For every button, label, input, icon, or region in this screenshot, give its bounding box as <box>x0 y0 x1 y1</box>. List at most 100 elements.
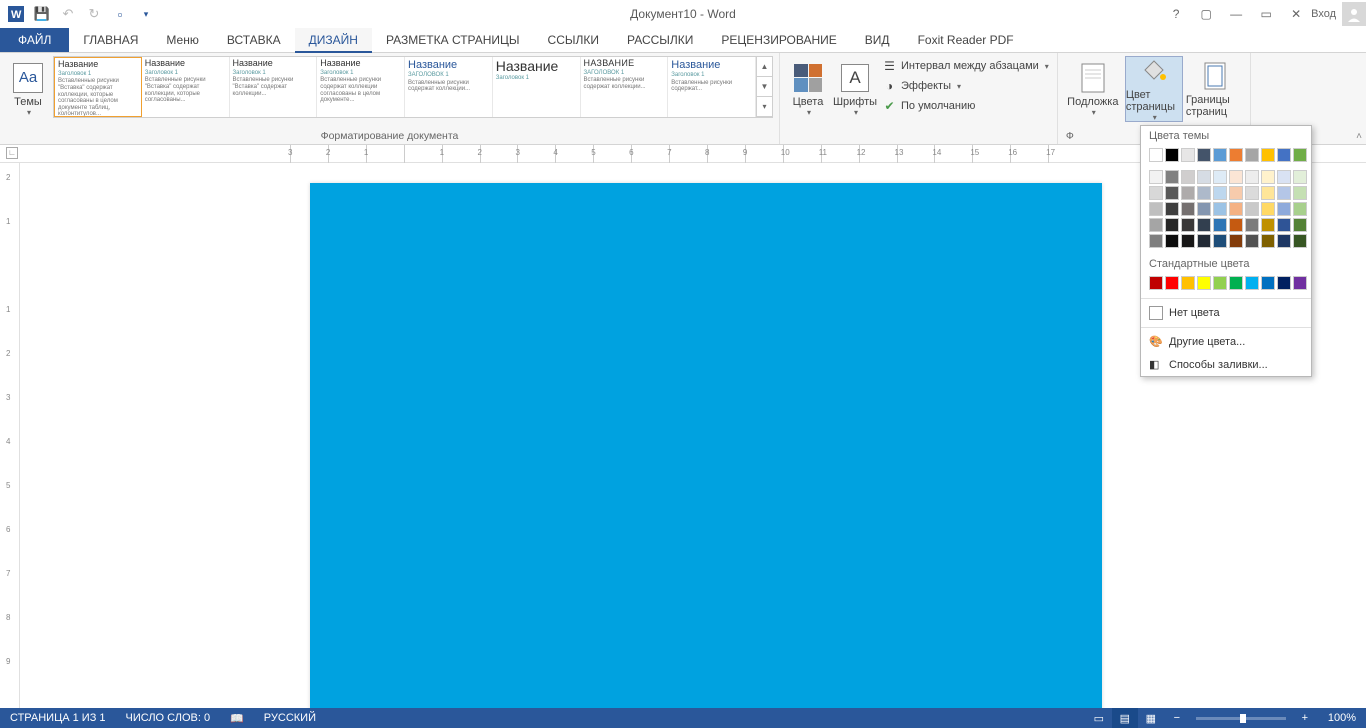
tab-review[interactable]: РЕЦЕНЗИРОВАНИЕ <box>707 28 850 52</box>
tab-file[interactable]: ФАЙЛ <box>0 28 69 52</box>
color-swatch[interactable] <box>1293 218 1307 232</box>
color-swatch[interactable] <box>1149 276 1163 290</box>
color-swatch[interactable] <box>1293 186 1307 200</box>
color-swatch[interactable] <box>1277 202 1291 216</box>
color-swatch[interactable] <box>1245 218 1259 232</box>
watermark-button[interactable]: Подложка▾ <box>1064 56 1122 122</box>
color-swatch[interactable] <box>1229 186 1243 200</box>
style-item[interactable]: НазваниеЗаголовок 1Вставленные рисунки с… <box>668 57 756 117</box>
color-swatch[interactable] <box>1181 148 1195 162</box>
color-swatch[interactable] <box>1213 276 1227 290</box>
color-swatch[interactable] <box>1181 202 1195 216</box>
color-swatch[interactable] <box>1165 148 1179 162</box>
color-swatch[interactable] <box>1181 276 1195 290</box>
style-item[interactable]: НазваниеЗаголовок 1Вставленные рисунки с… <box>317 57 405 117</box>
color-swatch[interactable] <box>1149 148 1163 162</box>
color-swatch[interactable] <box>1245 234 1259 248</box>
color-swatch[interactable] <box>1197 186 1211 200</box>
page-borders-button[interactable]: Границы страниц <box>1186 56 1244 122</box>
redo-icon[interactable]: ↻ <box>82 3 106 25</box>
color-swatch[interactable] <box>1293 202 1307 216</box>
tab-mailings[interactable]: РАССЫЛКИ <box>613 28 707 52</box>
gallery-down-icon[interactable]: ▼ <box>757 77 772 97</box>
color-swatch[interactable] <box>1149 170 1163 184</box>
color-swatch[interactable] <box>1181 170 1195 184</box>
status-spellcheck-icon[interactable]: 📖 <box>220 712 254 725</box>
style-item[interactable]: НАЗВАНИЕЗАГОЛОВОК 1Вставленные рисунки с… <box>581 57 669 117</box>
page-color-button[interactable]: Цвет страницы▾ <box>1125 56 1183 122</box>
color-swatch[interactable] <box>1181 186 1195 200</box>
tab-view[interactable]: ВИД <box>851 28 904 52</box>
page[interactable] <box>310 183 1102 723</box>
color-swatch[interactable] <box>1197 218 1211 232</box>
color-swatch[interactable] <box>1229 202 1243 216</box>
minimize-icon[interactable]: — <box>1221 3 1251 25</box>
color-swatch[interactable] <box>1293 170 1307 184</box>
color-swatch[interactable] <box>1277 186 1291 200</box>
colors-button[interactable]: Цвета▾ <box>786 56 830 122</box>
color-swatch[interactable] <box>1213 218 1227 232</box>
color-swatch[interactable] <box>1197 234 1211 248</box>
view-read-icon[interactable]: ▭ <box>1086 708 1112 728</box>
color-swatch[interactable] <box>1197 170 1211 184</box>
tab-selector[interactable]: ∟ <box>6 147 18 159</box>
color-swatch[interactable] <box>1229 148 1243 162</box>
color-swatch[interactable] <box>1261 276 1275 290</box>
close-icon[interactable]: ✕ <box>1281 3 1311 25</box>
color-swatch[interactable] <box>1165 218 1179 232</box>
new-doc-icon[interactable]: ▫ <box>108 3 132 25</box>
color-swatch[interactable] <box>1165 276 1179 290</box>
themes-button[interactable]: Aa Темы ▾ <box>6 56 50 122</box>
color-swatch[interactable] <box>1277 148 1291 162</box>
color-swatch[interactable] <box>1277 170 1291 184</box>
color-swatch[interactable] <box>1213 202 1227 216</box>
tab-references[interactable]: ССЫЛКИ <box>534 28 613 52</box>
tab-layout[interactable]: РАЗМЕТКА СТРАНИЦЫ <box>372 28 534 52</box>
color-swatch[interactable] <box>1213 148 1227 162</box>
status-page[interactable]: СТРАНИЦА 1 ИЗ 1 <box>0 712 116 724</box>
color-swatch[interactable] <box>1261 148 1275 162</box>
tab-insert[interactable]: ВСТАВКА <box>213 28 295 52</box>
no-color-item[interactable]: Нет цвета <box>1141 301 1311 325</box>
tab-foxit[interactable]: Foxit Reader PDF <box>904 28 1028 52</box>
tab-home[interactable]: ГЛАВНАЯ <box>69 28 152 52</box>
save-icon[interactable]: 💾 <box>30 3 54 25</box>
color-swatch[interactable] <box>1293 234 1307 248</box>
color-swatch[interactable] <box>1149 234 1163 248</box>
color-swatch[interactable] <box>1165 202 1179 216</box>
color-swatch[interactable] <box>1261 170 1275 184</box>
fonts-button[interactable]: A Шрифты▾ <box>833 56 877 122</box>
color-swatch[interactable] <box>1245 170 1259 184</box>
help-icon[interactable]: ? <box>1161 3 1191 25</box>
color-swatch[interactable] <box>1245 148 1259 162</box>
color-swatch[interactable] <box>1277 276 1291 290</box>
view-web-icon[interactable]: ▦ <box>1138 708 1164 728</box>
color-swatch[interactable] <box>1197 202 1211 216</box>
color-swatch[interactable] <box>1213 186 1227 200</box>
color-swatch[interactable] <box>1149 186 1163 200</box>
color-swatch[interactable] <box>1181 234 1195 248</box>
color-swatch[interactable] <box>1165 186 1179 200</box>
style-item[interactable]: НазваниеЗаголовок 1Вставленные рисунки "… <box>54 57 142 117</box>
status-language[interactable]: РУССКИЙ <box>254 712 326 724</box>
color-swatch[interactable] <box>1277 218 1291 232</box>
color-swatch[interactable] <box>1261 202 1275 216</box>
collapse-ribbon-icon[interactable]: ˄ <box>1356 131 1362 142</box>
style-item[interactable]: НазваниеЗаголовок 1Вставленные рисунки "… <box>142 57 230 117</box>
zoom-in-icon[interactable]: + <box>1292 708 1318 728</box>
color-swatch[interactable] <box>1229 170 1243 184</box>
view-print-icon[interactable]: ▤ <box>1112 708 1138 728</box>
undo-icon[interactable]: ↶ <box>56 3 80 25</box>
more-colors-item[interactable]: 🎨Другие цвета... <box>1141 330 1311 353</box>
color-swatch[interactable] <box>1245 186 1259 200</box>
color-swatch[interactable] <box>1293 148 1307 162</box>
style-item[interactable]: НазваниеЗАГОЛОВОК 1Вставленные рисунки с… <box>405 57 493 117</box>
color-swatch[interactable] <box>1181 218 1195 232</box>
zoom-level[interactable]: 100% <box>1318 712 1366 724</box>
set-default-button[interactable]: ✔По умолчанию <box>880 96 1051 116</box>
avatar[interactable] <box>1342 2 1366 26</box>
color-swatch[interactable] <box>1213 170 1227 184</box>
word-icon[interactable]: W <box>4 3 28 25</box>
gallery-up-icon[interactable]: ▲ <box>757 57 772 77</box>
ribbon-display-icon[interactable]: ▢ <box>1191 3 1221 25</box>
